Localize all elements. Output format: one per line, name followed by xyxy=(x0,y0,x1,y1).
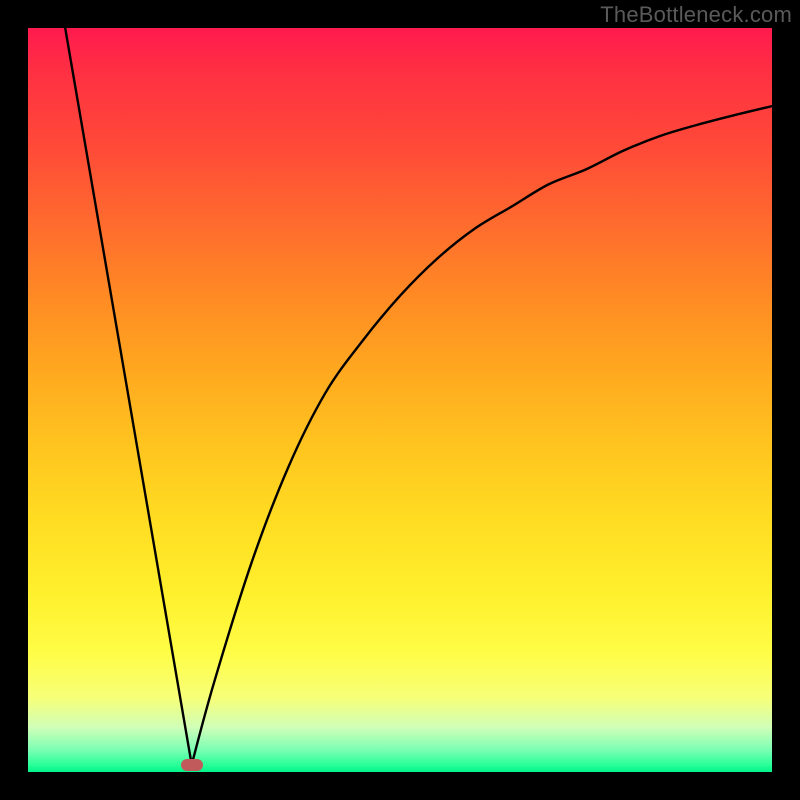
chart-frame: TheBottleneck.com xyxy=(0,0,800,800)
optimum-marker xyxy=(181,759,203,771)
bottleneck-curve xyxy=(65,28,772,765)
plot-area xyxy=(28,28,772,772)
curve-layer xyxy=(28,28,772,772)
watermark-text: TheBottleneck.com xyxy=(600,2,792,28)
